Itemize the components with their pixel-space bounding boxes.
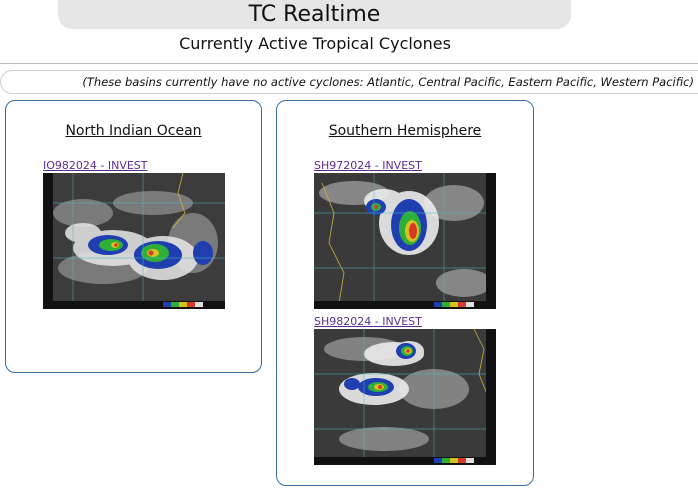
storm-link-sh972024[interactable]: SH972024 - INVEST	[314, 159, 422, 172]
satellite-image-sh972024[interactable]	[314, 173, 496, 309]
page-subtitle: Currently Active Tropical Cyclones	[179, 34, 451, 53]
basin-panel-north-indian: North Indian Ocean IO982024 - INVEST	[5, 100, 262, 373]
storm-link-sh982024[interactable]: SH982024 - INVEST	[314, 315, 422, 328]
basin-panel-southern-hemisphere: Southern Hemisphere SH972024 - INVEST SH…	[276, 100, 534, 486]
basin-title: Southern Hemisphere	[328, 123, 482, 139]
satellite-image-sh982024[interactable]	[314, 329, 496, 465]
divider	[0, 63, 698, 64]
inactive-basins-text: (These basins currently have no active c…	[82, 75, 694, 89]
inactive-basins-notice: (These basins currently have no active c…	[0, 70, 698, 94]
satellite-image-io982024[interactable]	[43, 173, 225, 309]
page-title: TC Realtime	[58, 0, 571, 29]
storm-link-io982024[interactable]: IO982024 - INVEST	[43, 159, 148, 172]
basin-title: North Indian Ocean	[65, 123, 202, 139]
